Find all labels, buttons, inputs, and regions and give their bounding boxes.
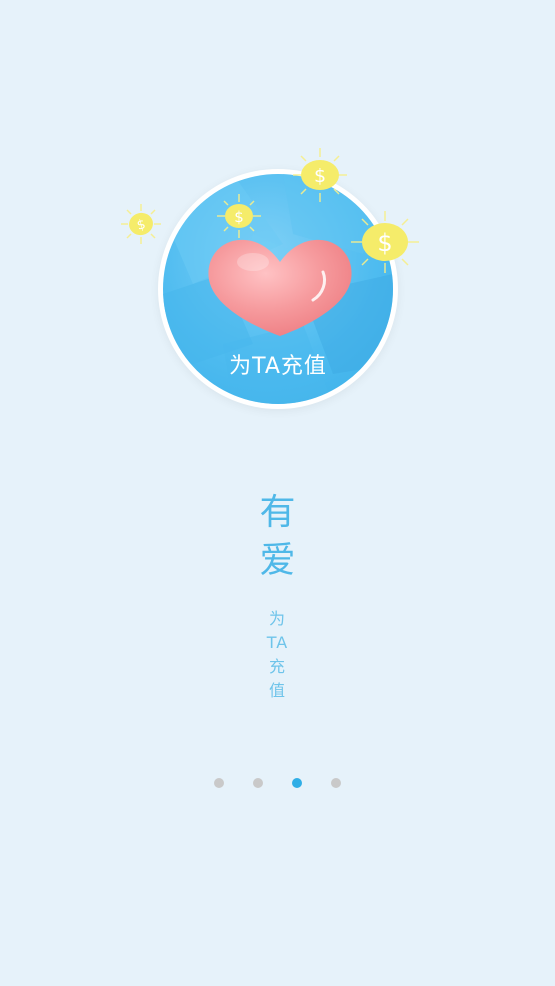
hero-illustration: 为TA充值 $ $ $ $ bbox=[0, 0, 555, 440]
page-dot-1[interactable] bbox=[214, 778, 224, 788]
onboarding-screen: 为TA充值 $ $ $ $ 有 爱 为 TA 充 值 bbox=[0, 0, 555, 986]
subtitle-char: TA bbox=[266, 633, 289, 652]
subtitle-char: 值 bbox=[268, 681, 286, 700]
title-char: 爱 bbox=[259, 540, 296, 581]
page-dot-4[interactable] bbox=[331, 778, 341, 788]
dollar-coin-icon: $ bbox=[293, 148, 347, 202]
dollar-coin-icon: $ bbox=[121, 204, 161, 244]
svg-text:$: $ bbox=[234, 208, 244, 226]
subtitle-char: 为 bbox=[268, 609, 286, 628]
subtitle-char: 充 bbox=[268, 657, 286, 676]
page-subtitle: 为 TA 充 值 bbox=[0, 607, 555, 703]
page-title: 有 爱 bbox=[0, 489, 555, 585]
svg-text:$: $ bbox=[377, 229, 392, 257]
page-dot-2[interactable] bbox=[253, 778, 263, 788]
page-dot-3[interactable] bbox=[292, 778, 302, 788]
svg-text:$: $ bbox=[314, 165, 326, 187]
dollar-coin-icon: $ bbox=[217, 194, 261, 238]
hero-caption: 为TA充值 bbox=[229, 354, 327, 379]
dollar-coin-icon: $ bbox=[351, 211, 419, 273]
heart-icon bbox=[208, 239, 352, 336]
title-char: 有 bbox=[259, 492, 296, 533]
page-indicator bbox=[0, 778, 555, 790]
